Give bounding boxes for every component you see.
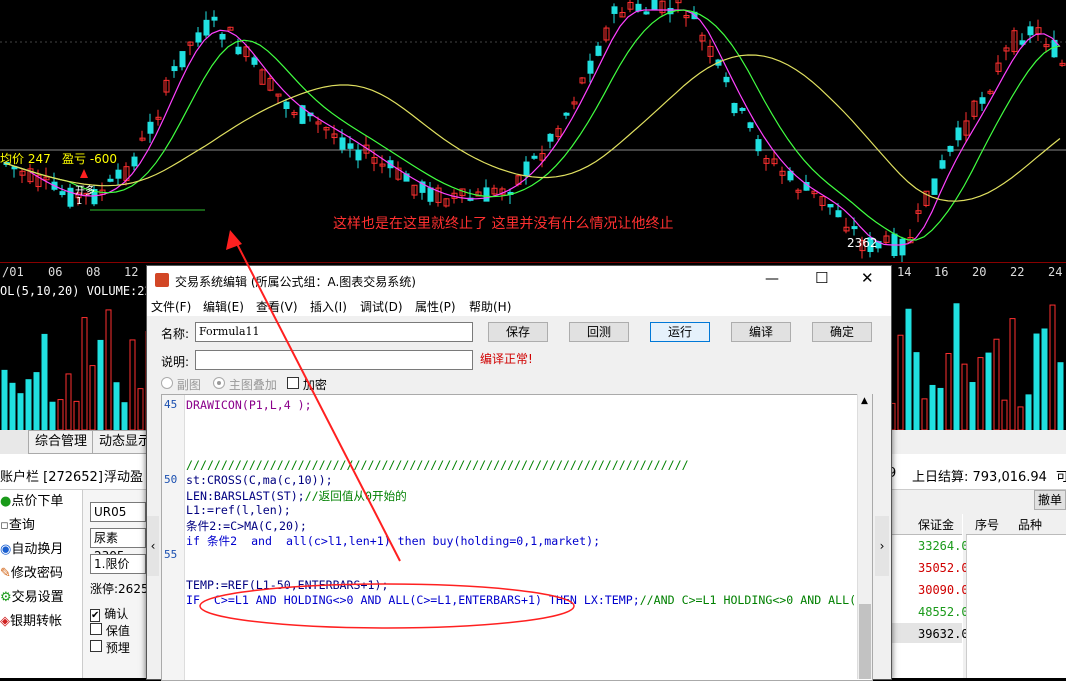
buy-arrow-icon — [80, 169, 88, 178]
annotation-arrow — [233, 237, 401, 562]
annotation-overlay — [80, 169, 575, 629]
annotation-ellipse — [199, 583, 575, 629]
